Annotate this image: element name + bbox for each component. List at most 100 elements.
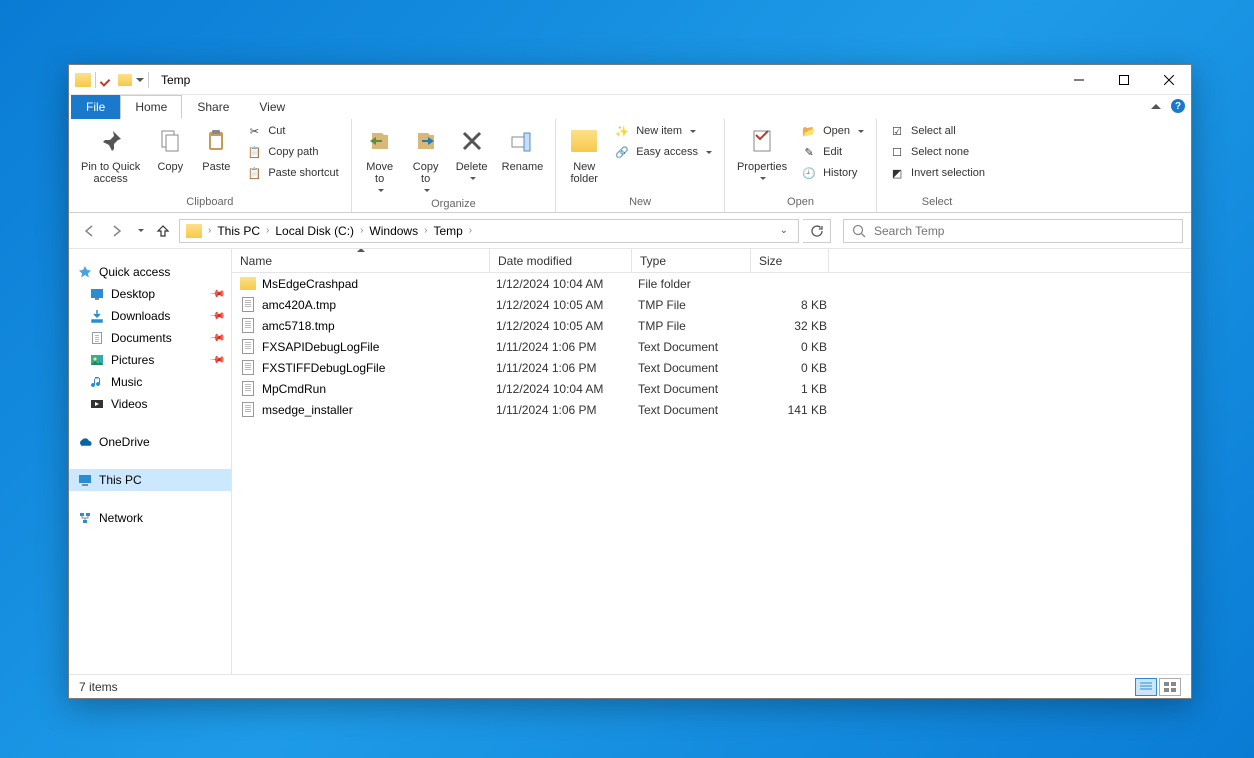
tab-file[interactable]: File <box>71 95 120 119</box>
breadcrumb-sep-icon[interactable]: › <box>467 225 474 236</box>
select-none-icon: ☐ <box>889 144 905 160</box>
column-header-date[interactable]: Date modified <box>490 249 632 272</box>
collapse-ribbon-icon[interactable] <box>1151 104 1161 109</box>
breadcrumb-sep-icon[interactable]: › <box>264 225 271 236</box>
cut-button[interactable]: ✂Cut <box>240 121 344 141</box>
file-row[interactable]: msedge_installer1/11/2024 1:06 PMText Do… <box>232 399 1191 420</box>
file-name: amc5718.tmp <box>262 319 496 333</box>
search-icon <box>852 224 866 238</box>
tab-home[interactable]: Home <box>120 95 182 119</box>
sidebar-downloads[interactable]: Downloads📌 <box>69 305 231 327</box>
chevron-down-icon <box>470 177 476 180</box>
file-size: 8 KB <box>757 298 827 312</box>
sidebar-documents[interactable]: Documents📌 <box>69 327 231 349</box>
rename-button[interactable]: Rename <box>496 121 550 177</box>
sidebar-quick-access[interactable]: Quick access <box>69 261 231 283</box>
easy-access-icon: 🔗 <box>614 144 630 160</box>
move-to-icon <box>364 125 396 157</box>
maximize-button[interactable] <box>1101 65 1146 95</box>
file-size: 0 KB <box>757 361 827 375</box>
chevron-down-icon <box>858 130 864 133</box>
breadcrumb-windows[interactable]: Windows <box>365 222 422 240</box>
close-button[interactable] <box>1146 65 1191 95</box>
easy-access-button[interactable]: 🔗Easy access <box>608 142 718 162</box>
file-size: 32 KB <box>757 319 827 333</box>
select-all-button[interactable]: ☑Select all <box>883 121 991 141</box>
breadcrumb-dropdown-button[interactable]: ⌄ <box>772 225 796 236</box>
file-row[interactable]: MsEdgeCrashpad1/12/2024 10:04 AMFile fol… <box>232 273 1191 294</box>
breadcrumb-sep-icon[interactable]: › <box>206 225 213 236</box>
select-none-button[interactable]: ☐Select none <box>883 142 991 162</box>
paste-shortcut-button[interactable]: 📋Paste shortcut <box>240 163 344 183</box>
delete-button[interactable]: Delete <box>450 121 494 184</box>
up-button[interactable] <box>151 219 175 243</box>
file-type: File folder <box>638 277 757 291</box>
column-header-size[interactable]: Size <box>751 249 829 272</box>
sidebar-videos[interactable]: Videos <box>69 393 231 415</box>
tab-share[interactable]: Share <box>182 95 244 119</box>
history-icon: 🕘 <box>801 165 817 181</box>
search-input[interactable] <box>874 224 1174 238</box>
column-header-name[interactable]: Name <box>232 249 490 272</box>
back-button[interactable] <box>77 219 101 243</box>
file-type: Text Document <box>638 403 757 417</box>
paste-button[interactable]: Paste <box>194 121 238 177</box>
network-icon <box>77 510 93 526</box>
copy-button[interactable]: Copy <box>148 121 192 177</box>
properties-qat-icon[interactable] <box>100 73 114 87</box>
move-to-button[interactable]: Move to <box>358 121 402 196</box>
large-icons-view-button[interactable] <box>1159 678 1181 696</box>
close-icon <box>1164 75 1174 85</box>
edit-button[interactable]: ✎Edit <box>795 142 870 162</box>
file-row[interactable]: FXSAPIDebugLogFile1/11/2024 1:06 PMText … <box>232 336 1191 357</box>
forward-button[interactable] <box>105 219 129 243</box>
history-button[interactable]: 🕘History <box>795 163 870 183</box>
ribbon-group-organize: Move to Copy to Delete Rename Organize <box>352 119 557 212</box>
breadcrumb[interactable]: › This PC › Local Disk (C:) › Windows › … <box>179 219 799 243</box>
breadcrumb-local-disk[interactable]: Local Disk (C:) <box>271 222 358 240</box>
sidebar-desktop[interactable]: Desktop📌 <box>69 283 231 305</box>
properties-icon <box>746 125 778 157</box>
pin-to-quick-access-button[interactable]: Pin to Quick access <box>75 121 146 189</box>
file-row[interactable]: MpCmdRun1/12/2024 10:04 AMText Document1… <box>232 378 1191 399</box>
details-view-button[interactable] <box>1135 678 1157 696</box>
select-all-icon: ☑ <box>889 123 905 139</box>
new-folder-qat-icon[interactable] <box>118 74 132 86</box>
breadcrumb-sep-icon[interactable]: › <box>358 225 365 236</box>
new-item-button[interactable]: ✨New item <box>608 121 718 141</box>
breadcrumb-sep-icon[interactable]: › <box>422 225 429 236</box>
qat-separator <box>148 72 149 88</box>
file-list[interactable]: MsEdgeCrashpad1/12/2024 10:04 AMFile fol… <box>232 273 1191 674</box>
file-icon <box>240 360 256 376</box>
qat-customize-icon[interactable] <box>136 78 144 82</box>
file-row[interactable]: amc420A.tmp1/12/2024 10:05 AMTMP File8 K… <box>232 294 1191 315</box>
copy-to-button[interactable]: Copy to <box>404 121 448 196</box>
sidebar-music[interactable]: Music <box>69 371 231 393</box>
sidebar-pictures[interactable]: Pictures📌 <box>69 349 231 371</box>
minimize-button[interactable] <box>1056 65 1101 95</box>
file-row[interactable]: amc5718.tmp1/12/2024 10:05 AMTMP File32 … <box>232 315 1191 336</box>
sidebar-onedrive[interactable]: OneDrive <box>69 431 231 453</box>
recent-locations-button[interactable] <box>133 219 147 243</box>
invert-selection-button[interactable]: ◩Invert selection <box>883 163 991 183</box>
open-icon: 📂 <box>801 123 817 139</box>
copy-path-button[interactable]: 📋Copy path <box>240 142 344 162</box>
paste-label: Paste <box>202 161 230 173</box>
refresh-button[interactable] <box>803 219 831 243</box>
navigation-pane: Quick access Desktop📌 Downloads📌 Documen… <box>69 249 232 674</box>
tab-view[interactable]: View <box>244 95 300 119</box>
column-header-type[interactable]: Type <box>632 249 751 272</box>
help-icon[interactable]: ? <box>1171 99 1185 113</box>
file-date: 1/12/2024 10:04 AM <box>496 277 638 291</box>
sidebar-this-pc[interactable]: This PC <box>69 469 231 491</box>
file-row[interactable]: FXSTIFFDebugLogFile1/11/2024 1:06 PMText… <box>232 357 1191 378</box>
properties-button[interactable]: Properties <box>731 121 793 184</box>
breadcrumb-temp[interactable]: Temp <box>429 222 466 240</box>
scissors-icon: ✂ <box>246 123 262 139</box>
breadcrumb-this-pc[interactable]: This PC <box>213 222 264 240</box>
open-button[interactable]: 📂Open <box>795 121 870 141</box>
new-folder-button[interactable]: New folder <box>562 121 606 189</box>
sidebar-network[interactable]: Network <box>69 507 231 529</box>
this-pc-icon <box>77 472 93 488</box>
search-box[interactable] <box>843 219 1183 243</box>
